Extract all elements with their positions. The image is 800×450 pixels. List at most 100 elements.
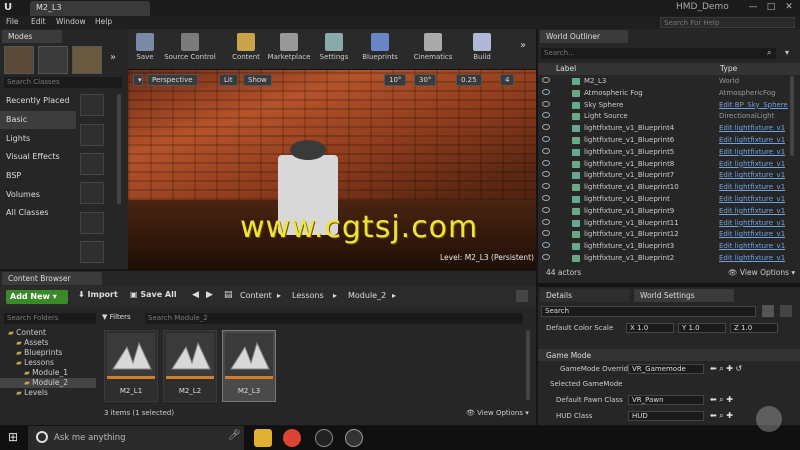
visibility-eye-icon[interactable] bbox=[542, 183, 550, 190]
actor-type[interactable]: Edit lightfixture_v1 bbox=[719, 230, 789, 238]
visibility-eye-icon[interactable] bbox=[542, 77, 550, 83]
folder-tree-item[interactable]: ▰ Blueprints bbox=[0, 348, 96, 358]
lock-icon[interactable] bbox=[516, 290, 528, 302]
color-scale-z[interactable]: Z 1.0 bbox=[730, 323, 778, 333]
visibility-eye-icon[interactable] bbox=[542, 242, 550, 249]
character-icon[interactable] bbox=[80, 124, 104, 146]
outliner-search-input[interactable]: Search... bbox=[541, 48, 776, 59]
actor-type[interactable]: Edit lightfixture_v1 bbox=[719, 207, 789, 215]
hud-actions-icons[interactable]: ⬅ ⌕ ✚ bbox=[710, 411, 733, 421]
outliner-row[interactable]: Atmospheric Fog AtmosphericFog bbox=[538, 88, 788, 100]
outliner-row[interactable]: lightfixture_v1_Blueprint2 Edit lightfixt… bbox=[538, 253, 788, 265]
play-overlay-icon[interactable] bbox=[756, 406, 782, 432]
sphere-icon[interactable] bbox=[80, 94, 104, 116]
asset-search-input[interactable]: Search Module_2 bbox=[145, 313, 523, 324]
place-mode-icon[interactable] bbox=[4, 46, 34, 74]
file-explorer-icon[interactable] bbox=[254, 429, 272, 447]
visibility-eye-icon[interactable] bbox=[542, 124, 550, 131]
outliner-row[interactable]: lightfixture_v1_Blueprint10 Edit lightfix… bbox=[538, 182, 788, 194]
actor-type[interactable]: Edit BP_Sky_Sphere bbox=[719, 101, 789, 109]
outliner-row[interactable]: Light Source DirectionalLight bbox=[538, 111, 788, 123]
search-folders-input[interactable]: Search Folders bbox=[4, 313, 96, 324]
col-label[interactable]: Label bbox=[556, 64, 576, 73]
save-button[interactable]: Save bbox=[132, 30, 158, 68]
category-lights[interactable]: Lights bbox=[0, 130, 76, 148]
actor-type[interactable]: Edit lightfixture_v1 bbox=[719, 242, 789, 250]
details-tab[interactable]: Details bbox=[540, 289, 630, 302]
visibility-eye-icon[interactable] bbox=[542, 159, 550, 166]
crumb-module-2[interactable]: Module_2 bbox=[348, 291, 386, 300]
col-type[interactable]: Type bbox=[720, 64, 737, 73]
visibility-icon[interactable] bbox=[780, 305, 792, 317]
content-browser-tab[interactable]: Content Browser bbox=[2, 272, 102, 285]
category-recently-placed[interactable]: Recently Placed bbox=[0, 92, 76, 110]
search-classes-input[interactable]: Search Classes bbox=[4, 77, 122, 88]
show-dropdown[interactable]: Show bbox=[243, 74, 272, 86]
asset-scrollbar[interactable] bbox=[526, 330, 530, 400]
more-modes-icon[interactable]: » bbox=[110, 52, 116, 63]
actor-type[interactable]: Edit lightfixture_v1 bbox=[719, 124, 789, 132]
taskbar-search[interactable]: Ask me anything bbox=[28, 426, 244, 450]
save-all-button[interactable]: ▣ Save All bbox=[130, 290, 177, 304]
microphone-icon[interactable]: 🎤︎ bbox=[228, 430, 241, 441]
outliner-row[interactable]: lightfixture_v1_Blueprint7 Edit lightfixt… bbox=[538, 170, 788, 182]
pawn-actions-icons[interactable]: ⬅ ⌕ ✚ bbox=[710, 395, 733, 405]
outliner-row[interactable]: lightfixture_v1_Blueprint4 Edit lightfixt… bbox=[538, 123, 788, 135]
category-bsp[interactable]: BSP bbox=[0, 167, 76, 185]
visibility-eye-icon[interactable] bbox=[542, 206, 550, 213]
level-tab[interactable]: M2_L3 bbox=[30, 1, 150, 16]
blueprints-button[interactable]: Blueprints bbox=[360, 30, 400, 68]
player-start-icon[interactable] bbox=[80, 182, 104, 204]
unreal-logo-icon[interactable]: U bbox=[4, 2, 18, 14]
world-settings-tab[interactable]: World Settings bbox=[634, 289, 734, 302]
outliner-row[interactable]: lightfixture_v1_Blueprint8 Edit lightfixt… bbox=[538, 159, 788, 171]
actor-type[interactable]: Edit lightfixture_v1 bbox=[719, 160, 789, 168]
menu-file[interactable]: File bbox=[6, 17, 19, 26]
folder-tree-item[interactable]: ▰ Assets bbox=[0, 338, 96, 348]
content-view-options[interactable]: 👁 View Options ▾ bbox=[466, 409, 529, 417]
color-scale-y[interactable]: Y 1.0 bbox=[678, 323, 726, 333]
hud-class-dropdown[interactable]: HUD bbox=[628, 411, 704, 421]
close-button[interactable]: ✕ bbox=[780, 0, 798, 14]
actor-type[interactable]: Edit lightfixture_v1 bbox=[719, 183, 789, 191]
visibility-eye-icon[interactable] bbox=[542, 147, 550, 154]
category-basic[interactable]: Basic bbox=[0, 111, 76, 129]
color-scale-x[interactable]: X 1.0 bbox=[626, 323, 674, 333]
toolbar-more-icon[interactable]: » bbox=[520, 40, 526, 51]
asset-tile[interactable]: M2_L1 bbox=[104, 330, 158, 402]
grid-snap-value[interactable]: 10° bbox=[384, 74, 407, 86]
source-control-button[interactable]: Source Control bbox=[162, 30, 218, 68]
crumb-lessons[interactable]: Lessons bbox=[292, 291, 324, 300]
gamemode-actions-icons[interactable]: ⬅ ⌕ ✚ ↺ bbox=[710, 364, 742, 374]
paint-mode-icon[interactable] bbox=[38, 46, 68, 74]
lit-dropdown[interactable]: Lit bbox=[219, 74, 238, 86]
content-button[interactable]: Content bbox=[230, 30, 262, 68]
visibility-eye-icon[interactable] bbox=[542, 136, 550, 142]
outliner-scrollbar[interactable] bbox=[790, 76, 794, 156]
outliner-row[interactable]: lightfixture_v1_Blueprint11 Edit lightfix… bbox=[538, 218, 788, 230]
rotation-snap-value[interactable]: 30° bbox=[414, 74, 437, 86]
import-button[interactable]: ⬇ Import bbox=[78, 290, 118, 304]
folder-tree-item[interactable]: ▰ Lessons bbox=[0, 358, 96, 368]
pawn-class-dropdown[interactable]: VR_Pawn bbox=[628, 395, 704, 405]
actor-type[interactable]: Edit lightfixture_v1 bbox=[719, 254, 789, 262]
actor-type[interactable]: Edit lightfixture_v1 bbox=[719, 136, 789, 144]
visibility-eye-icon[interactable] bbox=[542, 88, 550, 95]
folder-tree-item[interactable]: ▰ Content bbox=[0, 328, 96, 338]
perspective-dropdown[interactable]: Perspective bbox=[147, 74, 198, 86]
modes-scrollbar[interactable] bbox=[117, 94, 121, 204]
point-light-icon[interactable] bbox=[80, 153, 104, 175]
world-outliner-tab[interactable]: World Outliner bbox=[540, 30, 628, 43]
unreal-taskbar-icon[interactable] bbox=[315, 429, 333, 447]
game-mode-section[interactable]: Game Mode bbox=[538, 349, 800, 361]
asset-tile[interactable]: M2_L2 bbox=[163, 330, 217, 402]
chrome-icon[interactable] bbox=[283, 429, 301, 447]
folder-tree-item[interactable]: ▰ Module_2 bbox=[0, 378, 96, 388]
outliner-row[interactable]: M2_L3 World bbox=[538, 76, 788, 88]
folder-tree-item[interactable]: ▰ Module_1 bbox=[0, 368, 96, 378]
back-icon[interactable]: ◀ bbox=[192, 290, 199, 300]
windows-start-icon[interactable]: ⊞ bbox=[8, 430, 24, 446]
maximize-button[interactable]: □ bbox=[762, 0, 780, 14]
outliner-settings-icon[interactable]: ▾ bbox=[785, 48, 789, 57]
visibility-eye-icon[interactable] bbox=[542, 218, 550, 225]
